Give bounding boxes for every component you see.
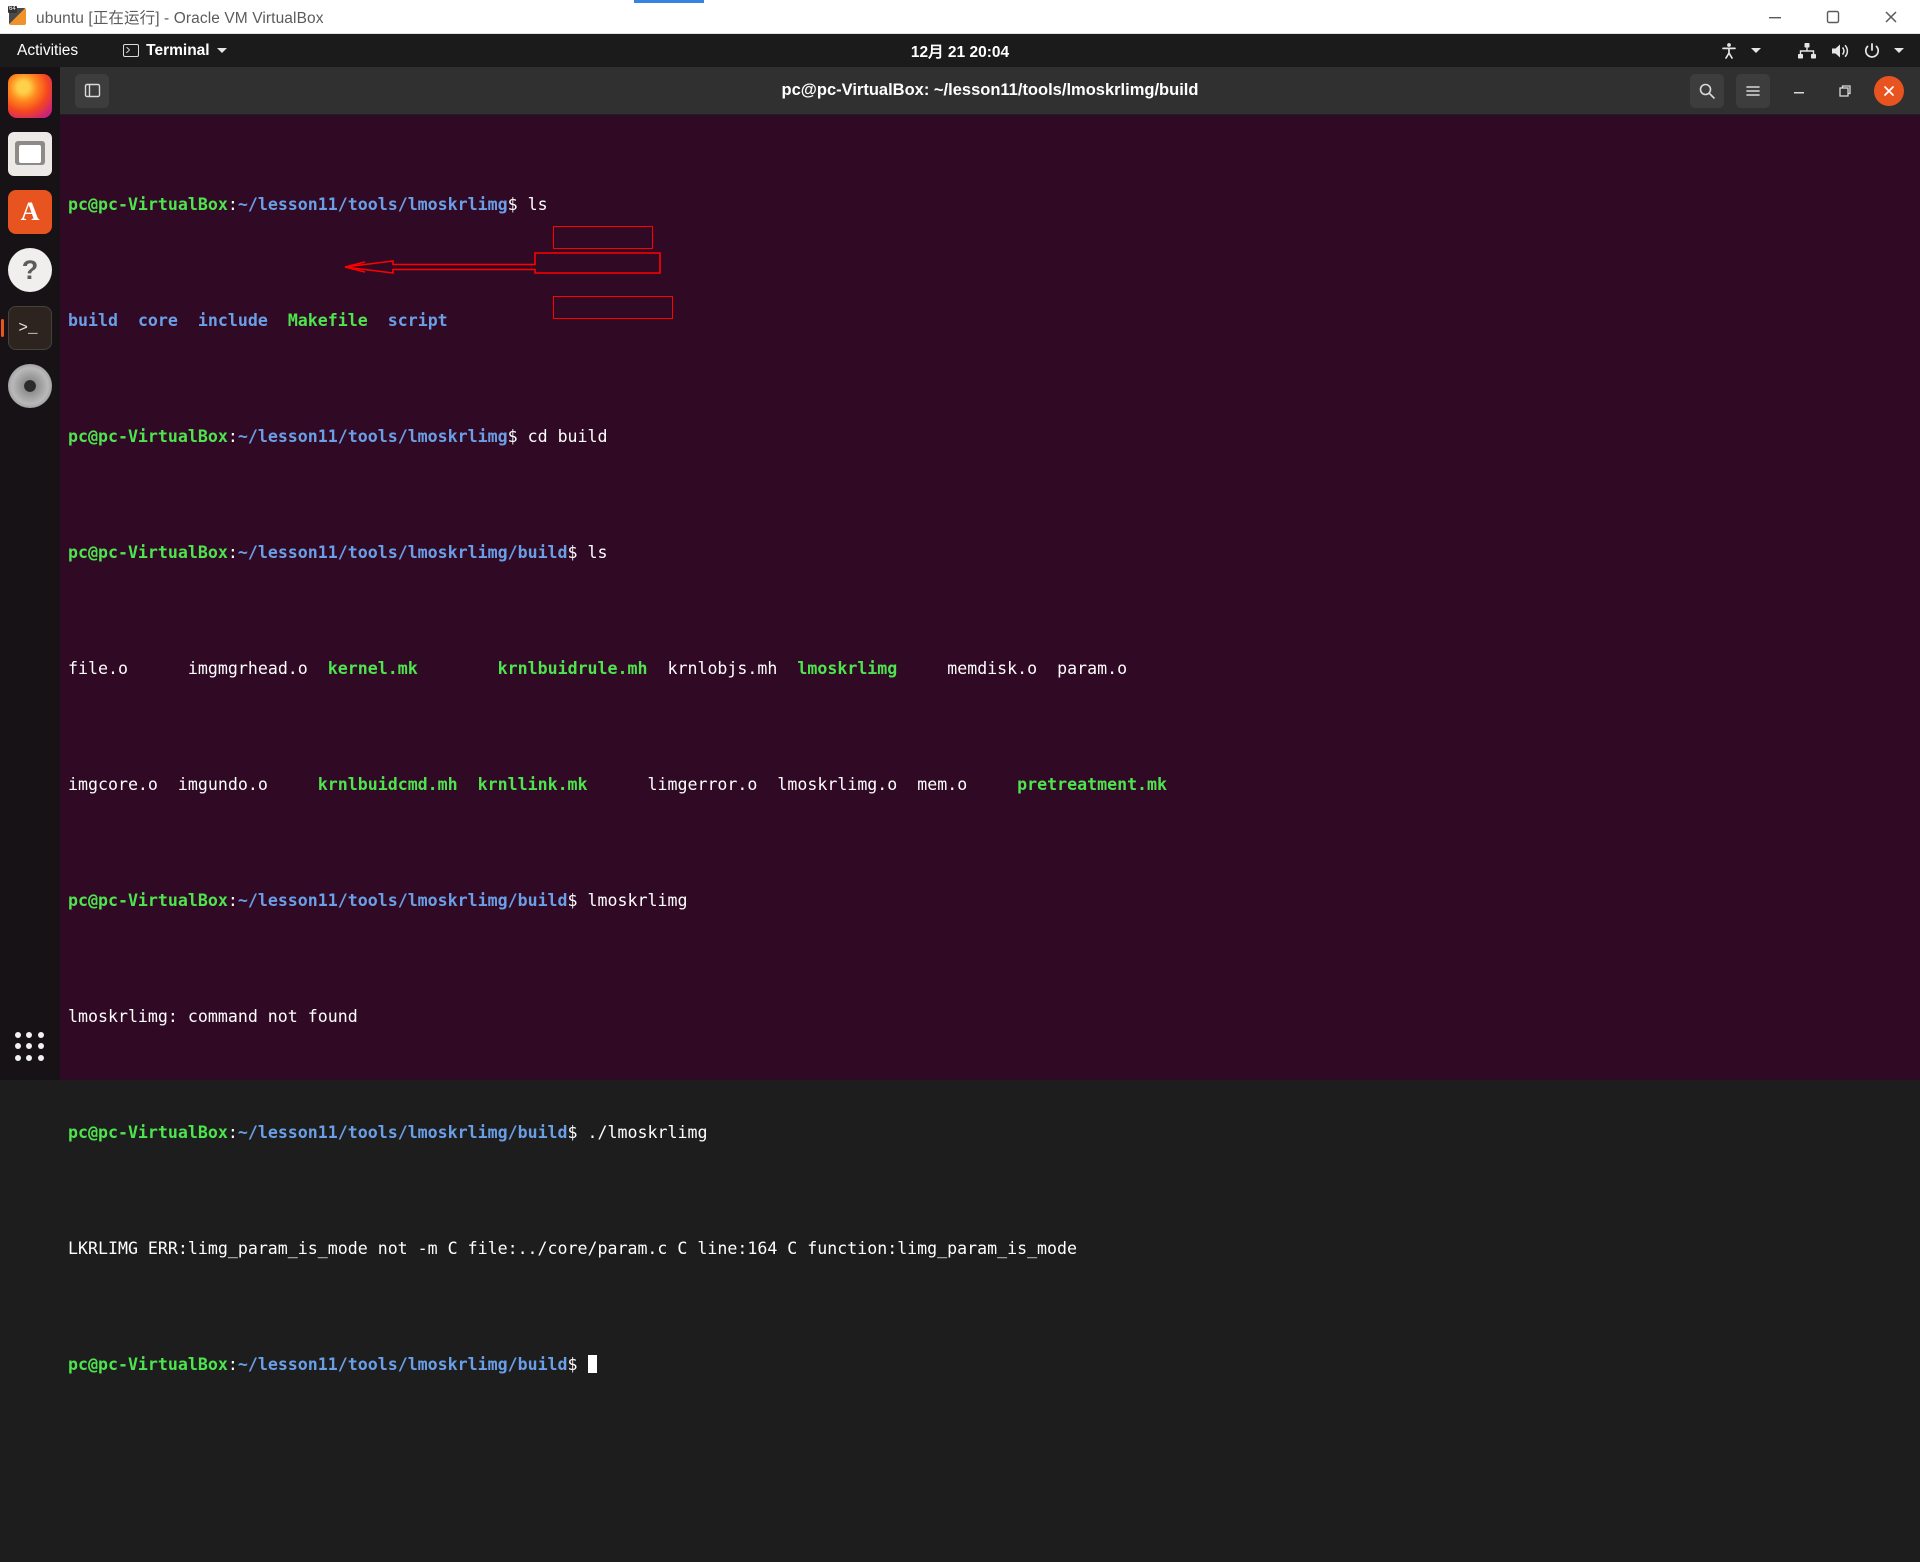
ls-entry: core <box>138 311 178 330</box>
dock-item-terminal[interactable]: >_ <box>0 299 60 357</box>
ls-entry: imgmgrhead.o <box>188 659 308 678</box>
terminal-icon <box>123 44 139 57</box>
terminal-line: pc@pc-VirtualBox:~/lesson11/tools/lmoskr… <box>68 541 1920 564</box>
annotation-box-command-1 <box>553 226 653 249</box>
dock-item-help[interactable]: ? <box>0 241 60 299</box>
terminal-line: pc@pc-VirtualBox:~/lesson11/tools/lmoskr… <box>68 1121 1920 1144</box>
system-menu-chevron-icon[interactable] <box>1894 48 1904 53</box>
terminal-line: pc@pc-VirtualBox:~/lesson11/tools/lmoskr… <box>68 889 1920 912</box>
terminal-line: file.o imgmgrhead.o kernel.mk krnlbuidru… <box>68 657 1920 680</box>
terminal-title: pc@pc-VirtualBox: ~/lesson11/tools/lmosk… <box>782 81 1199 100</box>
prompt-user: pc@pc-VirtualBox <box>68 195 228 214</box>
ls-entry: krnlbuidcmd.mh <box>318 775 458 794</box>
text-cursor <box>588 1355 597 1373</box>
terminal-line: LKRLIMG ERR:limg_param_is_mode not -m C … <box>68 1237 1920 1260</box>
ubuntu-software-icon: A <box>8 190 52 234</box>
ls-entry: include <box>198 311 268 330</box>
terminal-close-button[interactable] <box>1874 76 1904 106</box>
app-menu-label: Terminal <box>146 42 209 60</box>
ls-entry: script <box>388 311 448 330</box>
command-text: ls <box>578 543 608 562</box>
hamburger-menu-button[interactable] <box>1736 74 1770 108</box>
ls-entry: file.o <box>68 659 128 678</box>
clock[interactable]: 12月 21 20:04 <box>911 40 1009 62</box>
app-menu-terminal[interactable]: Terminal <box>117 38 232 64</box>
terminal-window: pc@pc-VirtualBox: ~/lesson11/tools/lmosk… <box>60 67 1920 1080</box>
ls-entry: lmoskrlimg <box>797 659 897 678</box>
help-icon: ? <box>8 248 52 292</box>
ls-entry: memdisk.o <box>947 659 1037 678</box>
show-applications-button[interactable] <box>0 1032 60 1062</box>
ls-entry: build <box>68 311 118 330</box>
accent-line <box>634 0 704 3</box>
dock-item-files[interactable] <box>0 125 60 183</box>
terminal-line: imgcore.o imgundo.o krnlbuidcmd.mh krnll… <box>68 773 1920 796</box>
help-glyph: ? <box>22 257 39 284</box>
gnome-top-bar: Activities Terminal 12月 21 20:04 <box>0 34 1920 67</box>
ls-entry: kernel.mk <box>328 659 418 678</box>
virtualbox-title-bar: 64 ubuntu [正在运行] - Oracle VM VirtualBox <box>0 0 1920 34</box>
terminal-line: pc@pc-VirtualBox:~/lesson11/tools/lmoskr… <box>68 425 1920 448</box>
dock-item-software[interactable]: A <box>0 183 60 241</box>
terminal-header-bar: pc@pc-VirtualBox: ~/lesson11/tools/lmosk… <box>60 67 1920 115</box>
host-close-button[interactable] <box>1862 0 1920 34</box>
new-tab-button[interactable] <box>75 74 109 108</box>
highlighted-command-1: lmoskrlimg <box>588 891 688 910</box>
terminal-line: lmoskrlimg: command not found <box>68 1005 1920 1028</box>
ls-entry: limgerror.o <box>648 775 758 794</box>
ls-entry: pretreatment.mk <box>1017 775 1167 794</box>
highlighted-command-2: ./lmoskrlimg <box>588 1123 708 1142</box>
accessibility-icon[interactable] <box>1720 42 1738 60</box>
ls-entry: imgundo.o <box>178 775 268 794</box>
host-window-title: ubuntu [正在运行] - Oracle VM VirtualBox <box>36 6 324 28</box>
ubuntu-dock: A ? >_ <box>0 67 60 1080</box>
command-text: cd build <box>518 427 608 446</box>
software-glyph: A <box>21 199 40 225</box>
running-indicator <box>1 319 4 337</box>
power-icon[interactable] <box>1863 42 1881 60</box>
chevron-down-icon <box>217 48 227 53</box>
accessibility-chevron-icon[interactable] <box>1751 48 1761 53</box>
virtualbox-icon: 64 <box>8 7 28 27</box>
annotation-arrow <box>335 251 735 301</box>
terminal-minimize-button[interactable] <box>1782 74 1816 108</box>
host-minimize-button[interactable] <box>1746 0 1804 34</box>
ls-entry: imgcore.o <box>68 775 158 794</box>
arch-badge: 64 <box>8 6 17 13</box>
terminal-window-controls <box>1684 74 1920 108</box>
terminal-app-icon: >_ <box>8 306 52 350</box>
terminal-line: build core include Makefile script <box>68 309 1920 332</box>
terminal-line: pc@pc-VirtualBox:~/lesson11/tools/lmoskr… <box>68 1353 1920 1376</box>
grid-icon <box>15 1032 45 1062</box>
volume-icon[interactable] <box>1830 42 1850 60</box>
network-icon[interactable] <box>1797 42 1817 60</box>
firefox-icon <box>8 74 52 118</box>
terminal-prompt-glyph: >_ <box>18 320 37 336</box>
dock-item-disks[interactable] <box>0 357 60 415</box>
terminal-maximize-button[interactable] <box>1828 74 1862 108</box>
ls-entry: mem.o <box>917 775 967 794</box>
activities-button[interactable]: Activities <box>6 38 89 64</box>
ls-entry: lmoskrlimg.o <box>777 775 897 794</box>
dock-item-firefox[interactable] <box>0 67 60 125</box>
disks-icon <box>8 364 52 408</box>
host-window-controls <box>1746 0 1920 33</box>
ls-entry: param.o <box>1057 659 1127 678</box>
ls-entry: krnlobjs.mh <box>667 659 777 678</box>
host-restore-button[interactable] <box>1804 0 1862 34</box>
ls-entry: krnlbuidrule.mh <box>498 659 648 678</box>
ls-entry: krnllink.mk <box>478 775 588 794</box>
command-text: ls <box>518 195 548 214</box>
search-button[interactable] <box>1690 74 1724 108</box>
error-text: LKRLIMG ERR:limg_param_is_mode not -m C … <box>68 1239 1077 1258</box>
terminal-line: pc@pc-VirtualBox:~/lesson11/tools/lmoskr… <box>68 193 1920 216</box>
ls-entry: Makefile <box>288 311 368 330</box>
prompt-path: ~/lesson11/tools/lmoskrlimg <box>238 195 508 214</box>
system-tray <box>1720 42 1920 60</box>
terminal-output[interactable]: pc@pc-VirtualBox:~/lesson11/tools/lmoskr… <box>60 115 1920 1562</box>
files-icon <box>8 132 52 176</box>
error-text: lmoskrlimg: command not found <box>68 1007 358 1026</box>
